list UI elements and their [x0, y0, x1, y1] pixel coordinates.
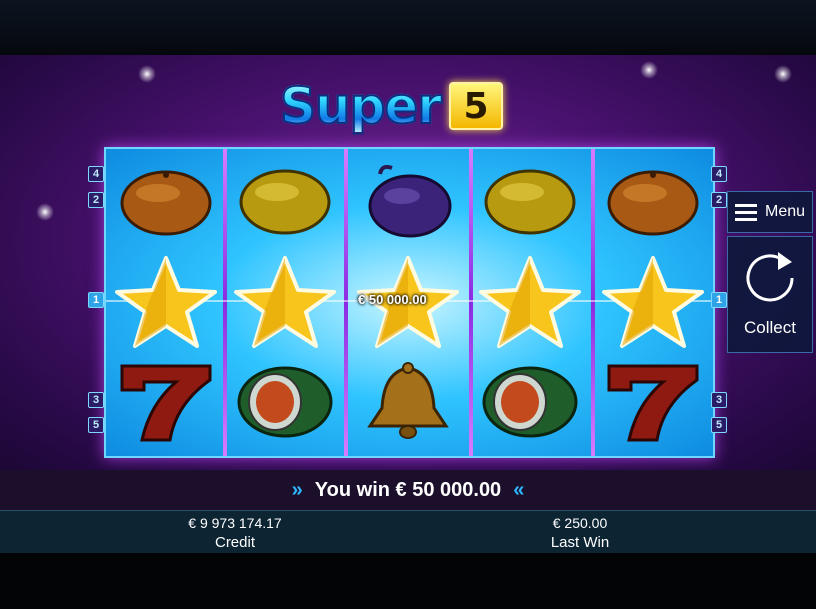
sparkle: [36, 203, 54, 221]
last-win-display: € 250.00 Last Win: [510, 514, 650, 552]
payline-marker-left-5: 5: [88, 417, 104, 433]
star-icon: [234, 256, 336, 348]
orange-icon: [607, 170, 699, 236]
win-message: You win € 50 000.00: [314, 478, 502, 501]
game-logo: Super 5: [279, 77, 503, 135]
seven-symbol: [595, 352, 711, 452]
watermelon-icon: [237, 366, 333, 438]
collect-button[interactable]: Collect: [727, 236, 813, 353]
star-symbol: [595, 252, 711, 352]
sparkle: [640, 61, 658, 79]
logo-title: Super: [279, 77, 443, 135]
line-win-label: € 50 000.00: [358, 292, 427, 307]
payline-marker-right-2: 2: [711, 192, 727, 208]
star-icon: [479, 256, 581, 348]
lemon-icon: [484, 169, 576, 235]
star-symbol: [227, 252, 343, 352]
sparkle: [138, 65, 156, 83]
hamburger-icon: [734, 204, 757, 221]
payline-marker-left-4: 4: [88, 166, 104, 182]
lemon-symbol: [472, 151, 588, 251]
menu-button[interactable]: Menu: [727, 191, 813, 233]
payline-marker-right-3: 3: [711, 392, 727, 408]
credit-value: € 9 973 174.17: [188, 515, 282, 531]
payline-marker-left-3: 3: [88, 392, 104, 408]
payline-marker-right-4: 4: [711, 166, 727, 182]
star-symbol: [108, 252, 224, 352]
seven-icon: [607, 364, 699, 442]
top-bar: [0, 0, 816, 55]
star-icon: [115, 256, 217, 348]
bell-symbol: [350, 352, 466, 452]
lemon-icon: [239, 169, 331, 235]
plum-icon: [368, 164, 452, 238]
seven-icon: [120, 364, 212, 442]
orange-symbol: [108, 151, 224, 251]
watermelon-icon: [482, 366, 578, 438]
win-bar: » You win € 50 000.00 «: [0, 470, 816, 510]
menu-label: Menu: [764, 203, 806, 220]
payline-marker-left-1: 1: [88, 292, 104, 308]
refresh-icon: [746, 252, 794, 302]
watermelon-symbol: [227, 352, 343, 452]
seven-symbol: [108, 352, 224, 452]
orange-symbol: [595, 151, 711, 251]
sparkle: [774, 65, 792, 83]
watermelon-symbol: [472, 352, 588, 452]
info-bar: € 9 973 174.17 Credit € 250.00 Last Win: [0, 510, 816, 554]
star-icon: [602, 256, 704, 348]
reel-separator: [344, 149, 348, 456]
bottom-bar: [0, 553, 816, 609]
credit-label: Credit: [214, 534, 255, 551]
last-win-value: € 250.00: [552, 515, 608, 531]
payline-marker-right-1: 1: [711, 292, 727, 308]
last-win-label: Last Win: [550, 534, 610, 551]
credit-display: € 9 973 174.17 Credit: [160, 514, 310, 552]
chevron-right-icon: »: [291, 478, 303, 501]
logo-badge: 5: [448, 82, 503, 130]
lemon-symbol: [227, 151, 343, 251]
bell-icon: [367, 362, 449, 439]
chevron-left-icon: «: [513, 478, 525, 501]
star-symbol: [472, 252, 588, 352]
plum-symbol: [350, 151, 466, 251]
payline-marker-left-2: 2: [88, 192, 104, 208]
collect-label: Collect: [744, 318, 796, 337]
orange-icon: [120, 170, 212, 236]
payline-marker-right-5: 5: [711, 417, 727, 433]
